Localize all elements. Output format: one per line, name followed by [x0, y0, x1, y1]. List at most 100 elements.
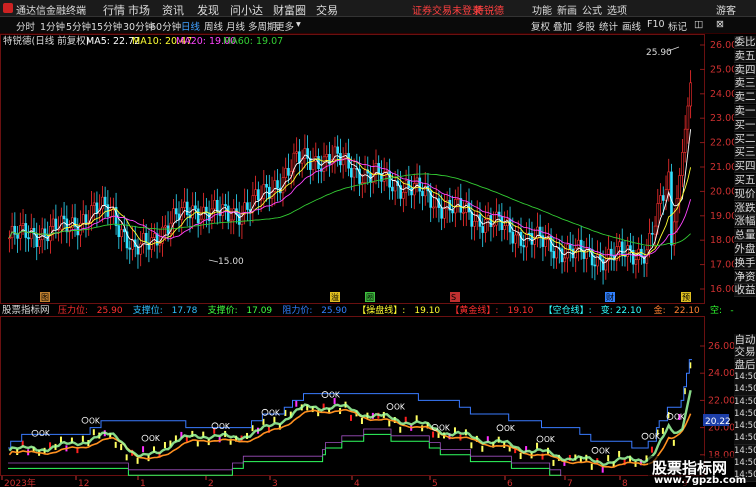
y-tick-label: 22.00 [708, 395, 734, 406]
close-icon[interactable]: ⊠ [716, 19, 724, 30]
candle-body [555, 247, 558, 259]
tab-multi[interactable]: 多周期 [248, 19, 277, 33]
ok-marker-label: OK [269, 408, 281, 417]
quote-field-label: 卖四 [734, 63, 756, 77]
tab-monthly[interactable]: 月线 [226, 19, 245, 33]
menu-market[interactable]: 行情 [103, 2, 125, 18]
candle-body [51, 218, 55, 227]
quote-field-label: 委比 [734, 36, 756, 49]
main-chart-title: 特锐德(日线 前复权) [3, 35, 89, 47]
indicator-bar [650, 446, 653, 453]
tab-15min[interactable]: 15分钟 [91, 19, 122, 33]
candle-body [522, 245, 526, 248]
candle-body [492, 224, 495, 228]
x-tick-label: 2023年 [4, 477, 36, 487]
candle-body [84, 214, 88, 224]
candle-body [43, 228, 47, 237]
candle-body [62, 215, 66, 220]
x-tick-label: 3 [272, 479, 278, 487]
candle-body [374, 163, 378, 174]
tab-60min[interactable]: 60分钟 [150, 19, 181, 33]
candle-body [21, 223, 25, 226]
candle-body [226, 205, 230, 222]
candle-body [363, 169, 367, 184]
menu-trade[interactable]: 交易 [316, 2, 338, 18]
tool-draw[interactable]: 画线 [622, 19, 641, 33]
tab-intraday[interactable]: 分时 [16, 19, 35, 33]
time-field-label: 14:50 [734, 457, 756, 470]
ok-marker-label: OK [394, 403, 406, 412]
tool-adjust[interactable]: 复权 [531, 19, 550, 33]
chevron-down-icon[interactable]: ▾ [296, 19, 301, 30]
x-tick-label: 8 [622, 479, 628, 487]
tab-daily[interactable]: 日线 [181, 19, 200, 33]
candle-body [388, 170, 391, 188]
candle-body [265, 183, 268, 188]
ok-marker-label: OK [544, 435, 556, 444]
event-marker-label: 图 [41, 293, 49, 302]
indicator-chart[interactable]: 股票指标网 压力位: 25.90 支撑位: 17.78 支撑价: 17.09 阻力价: 25.9… [0, 304, 734, 476]
indicator-item-label: 阻力价: [282, 304, 312, 316]
x-tick-label: 4 [354, 479, 360, 487]
menu-news[interactable]: 资讯 [162, 2, 184, 18]
tool-overlay[interactable]: 叠加 [553, 19, 572, 33]
ok-marker-label: OK [329, 391, 341, 400]
event-marker-label: S [451, 293, 456, 302]
tool-stats[interactable]: 统计 [599, 19, 618, 33]
time-field-label: 14:50 [734, 444, 756, 458]
candle-body [95, 202, 99, 214]
candle-body [661, 195, 665, 201]
candle-body [257, 189, 260, 201]
time-panel: 自动 交易 盘后 14:50 14:50 14:50 14:50 14:50 14:50 14:5… [734, 334, 756, 484]
tool-multistock[interactable]: 多股 [576, 19, 595, 33]
menu-new[interactable]: 新画 [557, 2, 577, 17]
x-tick-label: 5 [432, 479, 438, 487]
candle-body [224, 204, 227, 207]
tab-1min[interactable]: 1分钟 [40, 19, 65, 33]
price-box-value: 20.22 [705, 417, 731, 427]
indicator-bar [114, 441, 117, 448]
menu-options[interactable]: 选项 [607, 2, 627, 17]
menu-discover[interactable]: 发现 [197, 2, 219, 18]
time-field-label: 盘后 [734, 358, 756, 372]
guest-label[interactable]: 游客 [716, 2, 736, 17]
indicator-bar [519, 453, 522, 460]
candle-body [618, 241, 621, 247]
quote-field-label: 卖五 [734, 49, 756, 63]
candle-body [689, 82, 692, 107]
tab-5min[interactable]: 5分钟 [66, 19, 91, 33]
tab-weekly[interactable]: 周线 [204, 19, 223, 33]
kline-chart[interactable]: 特锐德(日线 前复权) MA5: 22.72 MA10: 20.47 MA20:… [0, 34, 734, 304]
menu-ask[interactable]: 问小达 [230, 2, 263, 18]
x-tick-label: 7 [567, 479, 573, 487]
tab-more[interactable]: 更多 [275, 19, 294, 33]
candle-body [221, 204, 225, 216]
login-warning[interactable]: 证券交易未登录 [412, 2, 482, 17]
quote-field-label: 换手 [734, 256, 756, 270]
candle-body [92, 202, 96, 206]
indicator-bar [360, 418, 363, 425]
candle-body [24, 223, 28, 238]
candle-body [128, 247, 132, 250]
ok-marker-label: OK [149, 434, 161, 443]
y-tick-label: 20.00 [710, 186, 734, 197]
tool-f10[interactable]: F10 [647, 19, 665, 30]
menu-wealth[interactable]: 财富圈 [273, 2, 306, 18]
candle-body [656, 203, 660, 227]
toggle-panel-icon[interactable]: ◫ [694, 19, 703, 30]
tool-mark[interactable]: 标记 [668, 19, 687, 33]
candle-body [402, 191, 405, 199]
candle-body [634, 259, 638, 265]
indicator-bar [470, 442, 473, 449]
menu-formula[interactable]: 公式 [582, 2, 602, 17]
candle-body [166, 225, 170, 234]
indicator-item-value: 22.10 [674, 306, 700, 316]
candle-body [311, 161, 315, 170]
candle-body [593, 264, 597, 267]
event-marker: 溢 [330, 292, 340, 302]
high-price-label: 25.90 [646, 48, 672, 58]
candle-body [276, 180, 279, 189]
candle-body [410, 187, 413, 196]
menu-market2[interactable]: 市场 [128, 2, 150, 18]
menu-function[interactable]: 功能 [532, 2, 552, 17]
